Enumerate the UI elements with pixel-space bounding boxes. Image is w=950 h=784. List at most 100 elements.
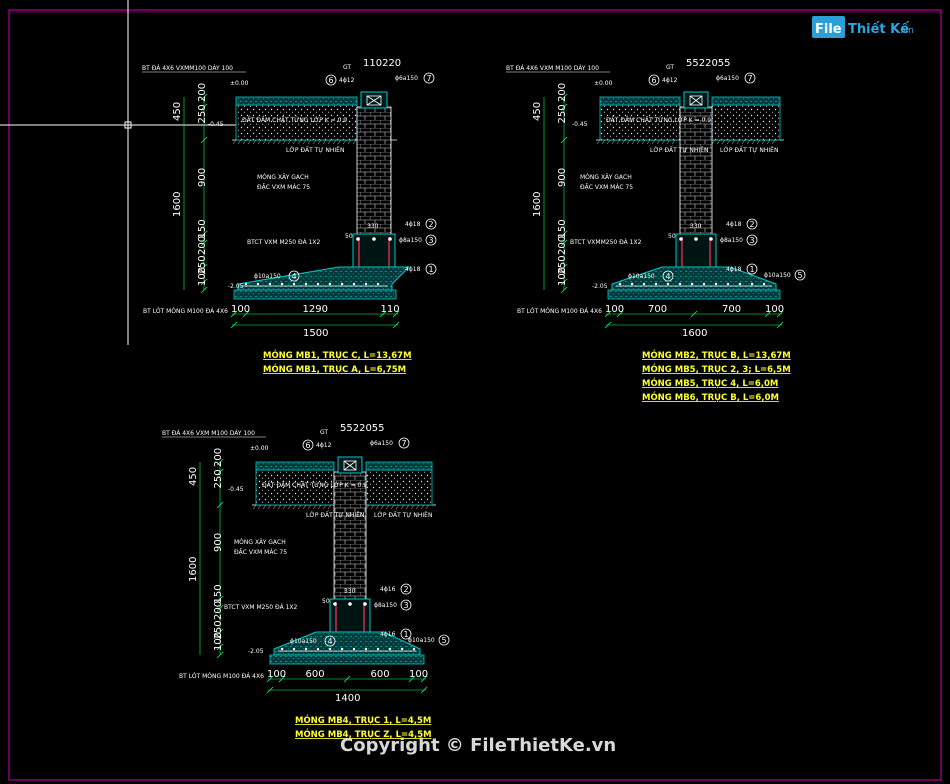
soil-hatch (317, 504, 322, 510)
level-ground: -0.45 (208, 121, 224, 128)
lean-concrete (607, 289, 781, 300)
soil-hatch (601, 139, 606, 145)
soil-hatch (272, 139, 277, 145)
filethietke-logo: File Thiết Kế .vn (812, 16, 914, 38)
logo-suffix-text: .vn (900, 26, 914, 36)
bar-3-text: ϕ8a150 (720, 237, 743, 244)
brick-wall (333, 471, 367, 600)
rebar-dot (750, 282, 754, 286)
bar-2-text: 4ϕ18 (405, 221, 421, 228)
soil-hatch (370, 504, 375, 510)
hdim-value: 700 (722, 304, 741, 315)
level-bottom: -2.05 (592, 283, 608, 290)
soil-hatch (621, 139, 626, 145)
natural-soil-label: LỚP ĐẤT TỰ NHIÊN (306, 511, 364, 519)
tie-beam (360, 91, 388, 109)
rebar-dot (268, 282, 272, 286)
hdim-total: 1500 (303, 328, 328, 339)
soil-hatch (347, 139, 352, 145)
top-dims: 5522055 (686, 58, 731, 69)
top-note-label: BT ĐÁ 4X6 VXM M100 DÀY 100 (506, 65, 599, 72)
vdim-inner: 900 (197, 168, 208, 187)
rebar-dot (364, 282, 368, 286)
top-slab-left (255, 461, 335, 471)
rebar-dot (714, 282, 718, 286)
natural-soil-label-right: LỚP ĐẤT TỰ NHIÊN (720, 146, 778, 154)
rebar-dot (280, 647, 284, 651)
soil-hatch (287, 139, 292, 145)
tie-beam (683, 91, 709, 109)
rebar-dot (709, 237, 713, 241)
rebar-dot (340, 647, 344, 651)
foundation-detail-mb1: BT ĐÁ 4X6 VXMM100 DÀY 100 ±0.00 -0.45 -2.05… (142, 58, 437, 375)
soil-hatch (337, 139, 342, 145)
rebar-dot (333, 602, 337, 606)
soil-hatch (631, 139, 636, 145)
rebar-dot (280, 282, 284, 286)
level-top: ±0.00 (250, 445, 269, 452)
vdim-inner: 150 (213, 584, 224, 603)
natural-soil-label: LỚP ĐẤT TỰ NHIÊN (286, 146, 344, 154)
soil-hatch (327, 139, 332, 145)
level-top: ±0.00 (594, 80, 613, 87)
rebar-dot (348, 602, 352, 606)
hdim-value: 600 (371, 669, 390, 680)
hdim-value: 110 (381, 304, 400, 315)
masonry-label-1: MÓNG XÂY GẠCH (257, 174, 309, 181)
vdim-inner: 150 (197, 219, 208, 238)
vdim-inner: 900 (557, 168, 568, 187)
rebar-dot (256, 282, 260, 286)
rebar-dot (694, 237, 698, 241)
soil-hatch (641, 139, 646, 145)
soil-hatch (385, 504, 390, 510)
soil-hatch (751, 139, 756, 145)
soil-hatch (661, 139, 666, 145)
soil-hatch (731, 139, 736, 145)
soil-hatch (766, 139, 771, 145)
soil-hatch (332, 139, 337, 145)
rebar-dot (328, 647, 332, 651)
soil-hatch (390, 504, 395, 510)
rebar-dot (642, 282, 646, 286)
top-slab-left (235, 96, 358, 106)
rebar-dot (618, 282, 622, 286)
bar-4-number: 4 (328, 637, 333, 646)
soil-hatch (616, 139, 621, 145)
soil-hatch (242, 139, 247, 145)
natural-soil-label-right: LỚP ĐẤT TỰ NHIÊN (374, 511, 432, 519)
vdim-inner: 200 (197, 83, 208, 102)
pedestal-base: 50 (322, 598, 330, 605)
soil-hatch (292, 504, 297, 510)
logo-left-text: File (815, 22, 842, 37)
bar-3-number: 3 (750, 236, 755, 245)
soil-hatch (297, 504, 302, 510)
soil-hatch (292, 139, 297, 145)
soil-hatch (277, 139, 282, 145)
rebar-dot (400, 647, 404, 651)
bar-7-number: 7 (402, 439, 407, 448)
lean-concrete-label: BT LÓT MÓNG M100 ĐÁ 4X6 (179, 673, 264, 680)
level-bottom: -2.05 (248, 648, 264, 655)
hdim-value: 100 (765, 304, 784, 315)
bar-1-text: 4ϕ18 (726, 266, 742, 273)
soil-hatch (606, 139, 611, 145)
rebar-dot (352, 282, 356, 286)
rebar-dot (388, 647, 392, 651)
bar-6-text: 4ϕ12 (316, 442, 332, 449)
rebar-dot (292, 282, 296, 286)
lean-concrete-label: BT LÓT MÓNG M100 ĐÁ 4X6 (517, 308, 602, 315)
rebar-dot (412, 647, 416, 651)
tie-beam-label: GT (666, 64, 674, 71)
vdim-inner: 250 (557, 104, 568, 123)
detail-title: MÓNG MB1, TRỤC C, L=13,67M (263, 349, 412, 361)
rebar-dot (364, 647, 368, 651)
bar-2-number: 2 (750, 220, 755, 229)
vdim-inner: 900 (213, 533, 224, 552)
hdim-value: 600 (306, 669, 325, 680)
top-note-label: BT ĐÁ 4X6 VXM M100 DÀY 100 (162, 430, 255, 437)
rebar-dot (690, 282, 694, 286)
bar-5-number: 5 (798, 271, 803, 280)
rebar-dot (678, 282, 682, 286)
soil-hatch (651, 139, 656, 145)
soil-hatch (302, 504, 307, 510)
